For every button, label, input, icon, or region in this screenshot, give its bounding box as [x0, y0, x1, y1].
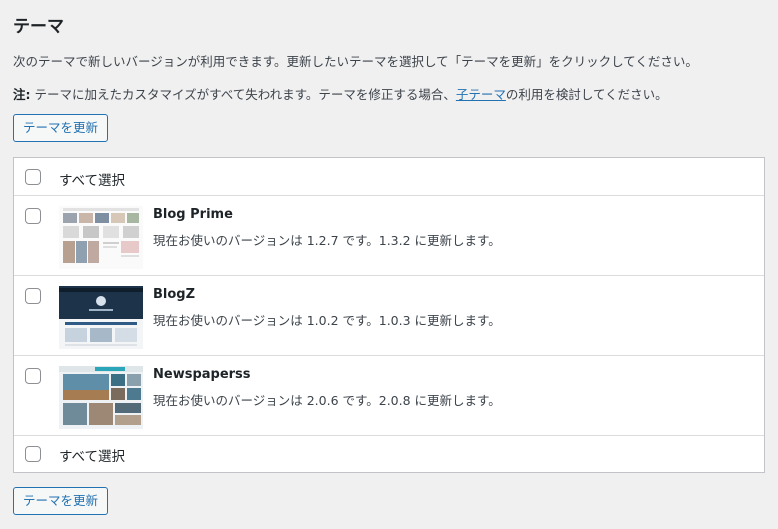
- select-all-checkbox-top[interactable]: [25, 169, 41, 185]
- theme-version-status: 現在お使いのバージョンは 2.0.6 です。2.0.8 に更新します。: [153, 393, 501, 408]
- page-title: テーマ: [13, 17, 64, 37]
- select-all-checkbox-bottom[interactable]: [25, 446, 41, 462]
- theme-name: Newspaperss: [153, 367, 251, 382]
- theme-checkbox[interactable]: [25, 288, 41, 304]
- select-all-label[interactable]: すべて選択: [59, 445, 125, 465]
- theme-name: Blog Prime: [153, 207, 233, 222]
- theme-screenshot: [59, 206, 143, 269]
- page-description: 次のテーマで新しいバージョンが利用できます。更新したいテーマを選択して「テーマを…: [13, 54, 698, 69]
- note-label: 注:: [13, 87, 31, 102]
- note-tail: の利用を検討してください。: [505, 87, 668, 102]
- theme-screenshot: [59, 286, 143, 349]
- theme-row: BlogZ 現在お使いのバージョンは 1.0.2 です。1.0.3 に更新します…: [14, 276, 764, 356]
- child-theme-link[interactable]: 子テーマ: [456, 87, 506, 102]
- theme-checkbox[interactable]: [25, 208, 41, 224]
- note-text: テーマに加えたカスタマイズがすべて失われます。テーマを修正する場合、: [30, 87, 456, 102]
- select-all-row-top: すべて選択: [14, 158, 764, 196]
- theme-row: Blog Prime 現在お使いのバージョンは 1.2.7 です。1.3.2 に…: [14, 196, 764, 276]
- theme-version-status: 現在お使いのバージョンは 1.0.2 です。1.0.3 に更新します。: [153, 313, 501, 328]
- update-themes-button-top[interactable]: テーマを更新: [13, 114, 109, 142]
- theme-row: Newspaperss 現在お使いのバージョンは 2.0.6 です。2.0.8 …: [14, 356, 764, 436]
- customization-note: 注: テーマに加えたカスタマイズがすべて失われます。テーマを修正する場合、子テー…: [13, 84, 668, 103]
- theme-version-status: 現在お使いのバージョンは 1.2.7 です。1.3.2 に更新します。: [153, 233, 501, 248]
- theme-checkbox[interactable]: [25, 368, 41, 384]
- theme-screenshot: [59, 366, 143, 429]
- themes-table: すべて選択 Blog Prime 現在お使いのバージョンは 1.2.7 です。1…: [13, 157, 765, 473]
- select-all-label[interactable]: すべて選択: [59, 169, 125, 189]
- update-themes-button-bottom[interactable]: テーマを更新: [13, 487, 109, 515]
- select-all-row-bottom: すべて選択: [14, 436, 764, 472]
- theme-name: BlogZ: [153, 287, 196, 302]
